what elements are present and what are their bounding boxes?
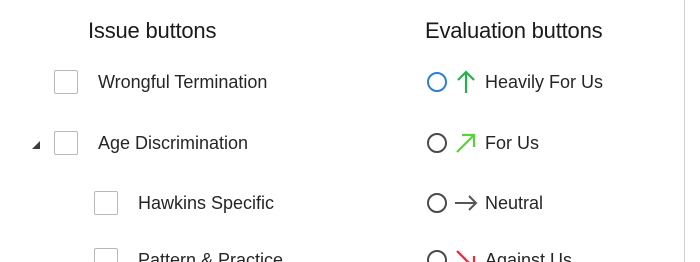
issue-label: Pattern & Practice bbox=[138, 249, 284, 262]
issue-checkbox[interactable] bbox=[94, 248, 118, 262]
evaluation-label: For Us bbox=[485, 132, 539, 153]
issue-row-pattern-practice[interactable]: Pattern & Practice bbox=[94, 245, 283, 262]
evaluation-row-heavily-for-us[interactable]: Heavily For Us bbox=[427, 67, 603, 97]
issue-row-hawkins-specific[interactable]: Hawkins Specific bbox=[94, 188, 274, 218]
issue-row-age-discrimination[interactable]: Age Discrimination bbox=[54, 128, 248, 158]
issue-checkbox[interactable] bbox=[54, 70, 78, 94]
arrow-right-icon bbox=[453, 190, 479, 216]
evaluation-radio[interactable] bbox=[427, 193, 447, 213]
evaluation-panel: Issue buttons Evaluation buttons Wrongfu… bbox=[0, 0, 684, 262]
panel-border bbox=[684, 0, 685, 262]
evaluation-row-for-us[interactable]: For Us bbox=[427, 128, 539, 158]
evaluation-row-neutral[interactable]: Neutral bbox=[427, 188, 543, 218]
issue-buttons-header: Issue buttons bbox=[88, 18, 217, 43]
evaluation-label: Against Us bbox=[485, 249, 573, 262]
evaluation-radio[interactable] bbox=[427, 72, 447, 92]
arrow-down-right-icon bbox=[453, 247, 479, 262]
evaluation-radio[interactable] bbox=[427, 133, 447, 153]
issue-checkbox[interactable] bbox=[94, 191, 118, 215]
issue-checkbox[interactable] bbox=[54, 131, 78, 155]
evaluation-radio[interactable] bbox=[427, 250, 447, 262]
issue-label: Wrongful Termination bbox=[98, 71, 268, 92]
evaluation-label: Heavily For Us bbox=[485, 71, 604, 92]
arrow-up-icon bbox=[453, 69, 479, 95]
issue-row-wrongful-termination[interactable]: Wrongful Termination bbox=[54, 67, 267, 97]
expand-collapse-triangle-icon[interactable] bbox=[30, 138, 42, 150]
evaluation-buttons-header: Evaluation buttons bbox=[425, 18, 603, 43]
evaluation-row-against-us[interactable]: Against Us bbox=[427, 245, 572, 262]
evaluation-label: Neutral bbox=[485, 192, 544, 213]
issue-label: Hawkins Specific bbox=[138, 192, 275, 213]
issue-label: Age Discrimination bbox=[98, 132, 249, 153]
arrow-up-right-icon bbox=[453, 130, 479, 156]
